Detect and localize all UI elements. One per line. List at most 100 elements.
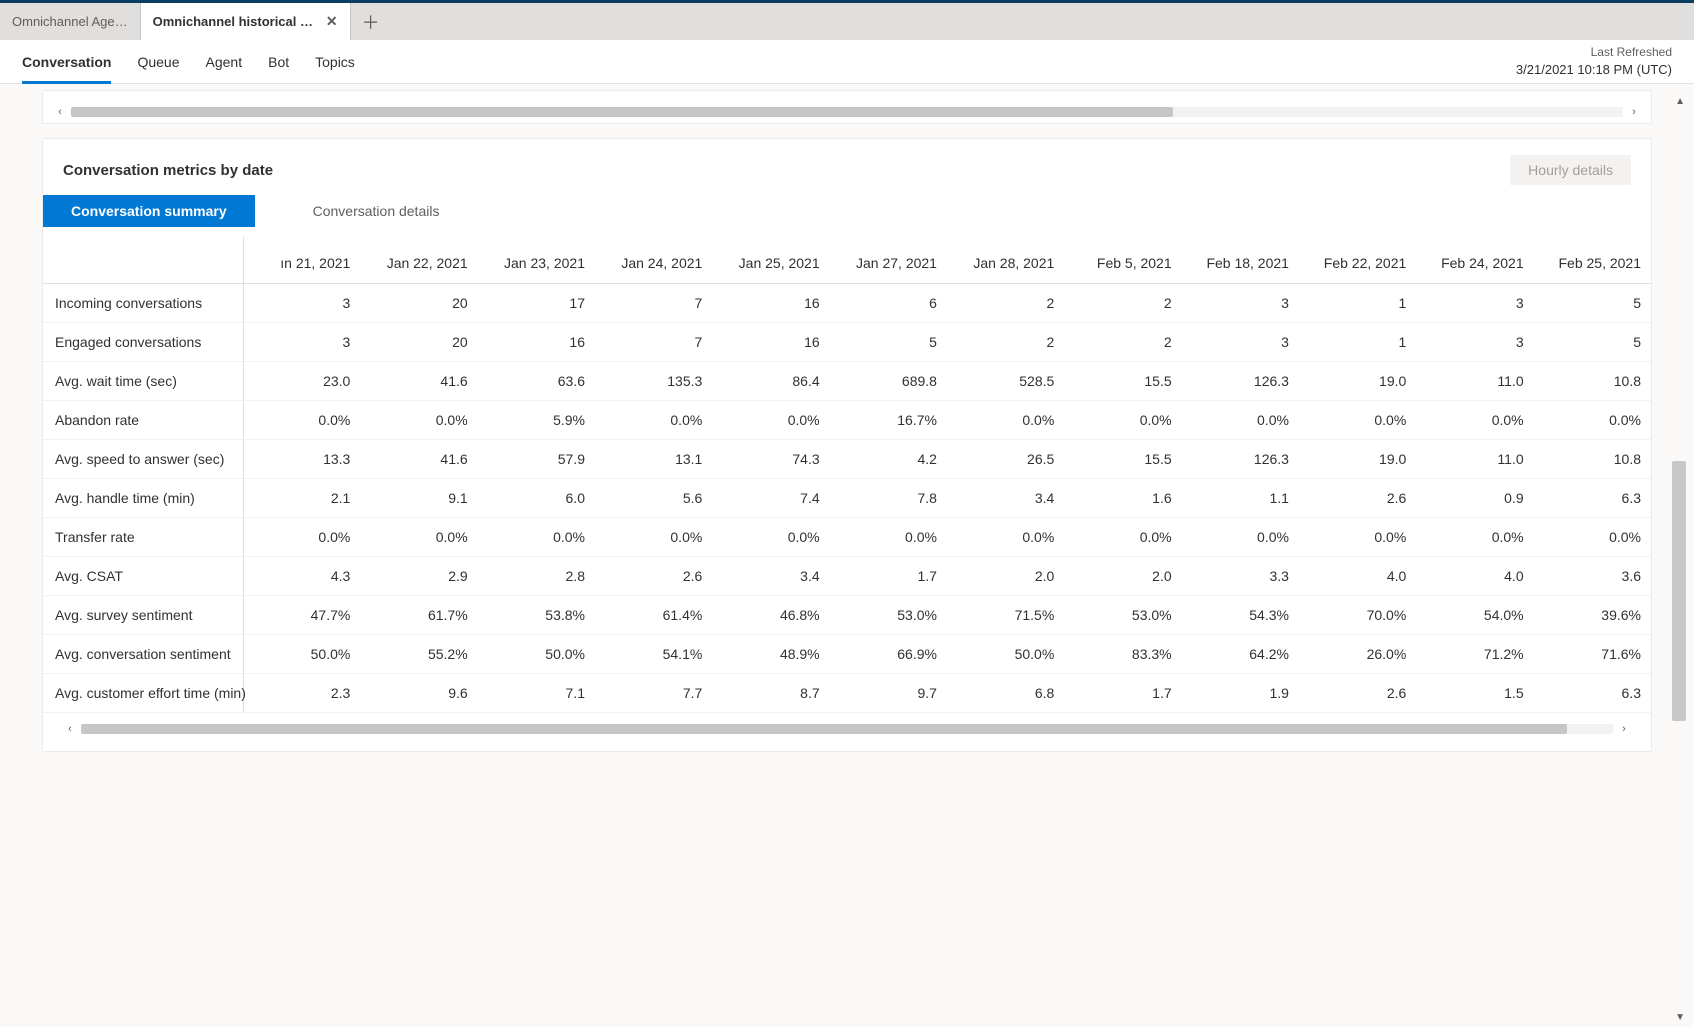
metric-cell[interactable]: 11.0 — [1416, 362, 1533, 401]
metric-cell[interactable]: 39.6% — [1534, 596, 1651, 635]
metric-cell[interactable]: 2.8 — [478, 557, 595, 596]
metric-cell[interactable]: 50.0% — [947, 635, 1064, 674]
metric-cell[interactable]: 0.0% — [1182, 518, 1299, 557]
metric-cell[interactable]: 126.3 — [1182, 440, 1299, 479]
metric-cell[interactable]: 16.7% — [830, 401, 947, 440]
metric-cell[interactable]: 16 — [712, 284, 829, 323]
metric-cell[interactable]: 5.6 — [595, 479, 712, 518]
metric-cell[interactable]: 126.3 — [1182, 362, 1299, 401]
table-column-header[interactable]: Jan 24, 2021 — [595, 237, 712, 284]
metric-cell[interactable]: 0.0% — [1534, 518, 1651, 557]
metric-cell[interactable]: 0.0% — [243, 518, 360, 557]
metric-cell[interactable]: 20 — [360, 323, 477, 362]
table-column-header[interactable]: Jan 27, 2021 — [830, 237, 947, 284]
metric-cell[interactable]: 4.0 — [1299, 557, 1416, 596]
metric-cell[interactable]: 9.1 — [360, 479, 477, 518]
table-column-header[interactable]: Feb 18, 2021 — [1182, 237, 1299, 284]
metric-cell[interactable]: 6.3 — [1534, 479, 1651, 518]
metric-cell[interactable]: 20 — [360, 284, 477, 323]
metric-cell[interactable]: 9.7 — [830, 674, 947, 713]
metric-cell[interactable]: 8.7 — [712, 674, 829, 713]
metric-cell[interactable]: 5.9% — [478, 401, 595, 440]
metric-cell[interactable]: 2.1 — [243, 479, 360, 518]
metric-cell[interactable]: 2.6 — [1299, 479, 1416, 518]
metric-cell[interactable]: 0.0% — [1416, 518, 1533, 557]
scroll-right-icon[interactable]: › — [1627, 106, 1641, 118]
metric-cell[interactable]: 1 — [1299, 284, 1416, 323]
metric-cell[interactable]: 41.6 — [360, 440, 477, 479]
metric-cell[interactable]: 71.6% — [1534, 635, 1651, 674]
metric-cell[interactable]: 0.0% — [947, 401, 1064, 440]
metric-cell[interactable]: 1.5 — [1416, 674, 1533, 713]
scroll-track[interactable] — [71, 107, 1623, 117]
metric-cell[interactable]: 47.7% — [243, 596, 360, 635]
metric-cell[interactable]: 135.3 — [595, 362, 712, 401]
tab-omnichannel-agent[interactable]: Omnichannel Age… — [0, 3, 141, 40]
scroll-track[interactable] — [81, 724, 1613, 734]
metric-cell[interactable]: 0.0% — [360, 401, 477, 440]
metric-cell[interactable]: 0.0% — [712, 518, 829, 557]
metric-cell[interactable]: 1.6 — [1064, 479, 1181, 518]
nav-topics[interactable]: Topics — [315, 40, 355, 84]
metric-cell[interactable]: 61.7% — [360, 596, 477, 635]
table-column-header[interactable]: Jan 25, 2021 — [712, 237, 829, 284]
metric-cell[interactable]: 7.8 — [830, 479, 947, 518]
metric-cell[interactable]: 6.3 — [1534, 674, 1651, 713]
metric-cell[interactable]: 0.0% — [243, 401, 360, 440]
metric-cell[interactable]: 6.8 — [947, 674, 1064, 713]
metric-cell[interactable]: 689.8 — [830, 362, 947, 401]
metric-cell[interactable]: 2.3 — [243, 674, 360, 713]
table-column-header[interactable]: ın 21, 2021 — [243, 237, 360, 284]
nav-conversation[interactable]: Conversation — [22, 40, 111, 84]
metric-cell[interactable]: 0.9 — [1416, 479, 1533, 518]
metric-cell[interactable]: 0.0% — [478, 518, 595, 557]
metric-cell[interactable]: 86.4 — [712, 362, 829, 401]
metric-cell[interactable]: 4.3 — [243, 557, 360, 596]
scroll-thumb[interactable] — [71, 107, 1173, 117]
metric-cell[interactable]: 26.0% — [1299, 635, 1416, 674]
metric-cell[interactable]: 5 — [1534, 323, 1651, 362]
metric-cell[interactable]: 71.2% — [1416, 635, 1533, 674]
metric-cell[interactable]: 17 — [478, 284, 595, 323]
pivot-conversation-summary[interactable]: Conversation summary — [43, 195, 255, 227]
metric-cell[interactable]: 2.0 — [1064, 557, 1181, 596]
metric-cell[interactable]: 2.0 — [947, 557, 1064, 596]
metric-cell[interactable]: 7.4 — [712, 479, 829, 518]
metric-cell[interactable]: 57.9 — [478, 440, 595, 479]
metric-cell[interactable]: 10.8 — [1534, 362, 1651, 401]
metric-cell[interactable]: 0.0% — [947, 518, 1064, 557]
metric-cell[interactable]: 0.0% — [830, 518, 947, 557]
metric-cell[interactable]: 70.0% — [1299, 596, 1416, 635]
metric-cell[interactable]: 16 — [712, 323, 829, 362]
metric-cell[interactable]: 9.6 — [360, 674, 477, 713]
metric-cell[interactable]: 64.2% — [1182, 635, 1299, 674]
table-column-header[interactable]: Feb 5, 2021 — [1064, 237, 1181, 284]
metric-cell[interactable]: 1.9 — [1182, 674, 1299, 713]
metric-cell[interactable]: 2.6 — [595, 557, 712, 596]
metric-cell[interactable]: 48.9% — [712, 635, 829, 674]
metric-cell[interactable]: 2 — [947, 323, 1064, 362]
vertical-scrollbar[interactable] — [1672, 461, 1686, 721]
metric-cell[interactable]: 0.0% — [712, 401, 829, 440]
tab-omnichannel-historical[interactable]: Omnichannel historical an… ✕ — [141, 3, 351, 40]
metric-cell[interactable]: 0.0% — [595, 518, 712, 557]
scroll-left-icon[interactable]: ‹ — [53, 106, 67, 118]
metric-cell[interactable]: 61.4% — [595, 596, 712, 635]
metric-cell[interactable]: 6 — [830, 284, 947, 323]
metric-cell[interactable]: 53.0% — [1064, 596, 1181, 635]
metric-cell[interactable]: 3 — [243, 323, 360, 362]
metric-cell[interactable]: 54.3% — [1182, 596, 1299, 635]
metric-cell[interactable]: 0.0% — [1299, 518, 1416, 557]
nav-queue[interactable]: Queue — [137, 40, 179, 84]
metric-cell[interactable]: 3 — [1182, 284, 1299, 323]
metric-cell[interactable]: 2 — [1064, 284, 1181, 323]
hourly-details-button[interactable]: Hourly details — [1510, 155, 1631, 185]
metric-cell[interactable]: 13.1 — [595, 440, 712, 479]
metric-cell[interactable]: 1 — [1299, 323, 1416, 362]
metric-cell[interactable]: 26.5 — [947, 440, 1064, 479]
metric-cell[interactable]: 23.0 — [243, 362, 360, 401]
pivot-conversation-details[interactable]: Conversation details — [285, 195, 468, 227]
metric-cell[interactable]: 10.8 — [1534, 440, 1651, 479]
metric-cell[interactable]: 54.1% — [595, 635, 712, 674]
scroll-right-icon[interactable]: › — [1617, 723, 1631, 735]
